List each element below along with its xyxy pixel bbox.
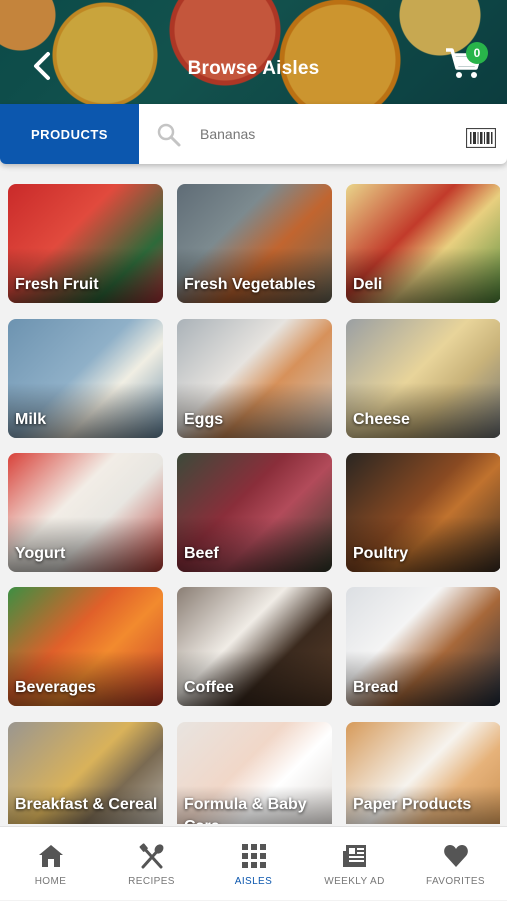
heart-icon	[444, 845, 468, 867]
aisle-tile-beef[interactable]: Beef	[177, 453, 332, 572]
aisle-tile-eggs[interactable]: Eggs	[177, 319, 332, 438]
aisle-tile-paper-products[interactable]: Paper Products	[346, 722, 500, 824]
aisle-label: Cheese	[353, 411, 410, 428]
aisle-tile-deli[interactable]: Deli	[346, 184, 500, 303]
bottom-tab-bar: HOME RECIPES AISLES WEEKLY AD FAVORITES	[0, 826, 507, 900]
tab-label: AISLES	[234, 876, 273, 887]
aisle-label: Beef	[184, 545, 219, 562]
aisle-label: Bread	[353, 679, 399, 696]
aisle-label: Yogurt	[15, 545, 66, 562]
aisle-grid: Fresh Fruit Fresh Vegetables Deli Milk E…	[8, 184, 500, 824]
newspaper-icon	[343, 845, 366, 867]
aisle-label: Breakfast & Cereal	[15, 796, 158, 813]
aisle-tile-coffee[interactable]: Coffee	[177, 587, 332, 706]
barcode-scan-icon[interactable]	[466, 128, 496, 148]
aisle-label: Eggs	[184, 411, 224, 428]
aisle-tile-milk[interactable]: Milk	[8, 319, 163, 438]
aisle-tile-poultry[interactable]: Poultry	[346, 453, 500, 572]
tab-label: WEEKLY AD	[324, 876, 385, 887]
aisle-label: Paper Products	[353, 796, 472, 813]
header-banner: Browse Aisles 0	[0, 0, 507, 108]
tab-favorites[interactable]: FAVORITES	[405, 827, 506, 901]
aisle-label: Fresh Fruit	[15, 276, 99, 293]
aisle-label: Coffee	[184, 679, 234, 696]
aisle-tile-fresh-fruit[interactable]: Fresh Fruit	[8, 184, 163, 303]
aisle-label: Beverages	[15, 679, 96, 696]
products-tab[interactable]: PRODUCTS	[0, 104, 139, 164]
tab-home[interactable]: HOME	[0, 827, 101, 901]
aisle-tile-fresh-vegetables[interactable]: Fresh Vegetables	[177, 184, 332, 303]
utensils-icon	[139, 843, 164, 869]
search-input[interactable]	[200, 118, 450, 150]
home-icon	[39, 845, 63, 867]
aisle-tile-formula-baby-care[interactable]: Formula & Baby Care	[177, 722, 332, 824]
tab-label: RECIPES	[128, 876, 175, 887]
aisle-label: Formula & Baby Care	[184, 796, 307, 824]
grid-icon	[242, 844, 266, 868]
tab-label: HOME	[34, 876, 67, 887]
aisle-label: Fresh Vegetables	[184, 276, 316, 293]
aisle-tile-cheese[interactable]: Cheese	[346, 319, 500, 438]
cart-count-badge: 0	[466, 42, 488, 64]
aisle-tile-breakfast-cereal[interactable]: Breakfast & Cereal	[8, 722, 163, 824]
tab-label: FAVORITES	[426, 876, 485, 887]
tab-weekly-ad[interactable]: WEEKLY AD	[304, 827, 405, 901]
aisle-tile-yogurt[interactable]: Yogurt	[8, 453, 163, 572]
aisle-label: Milk	[15, 411, 47, 428]
search-icon	[157, 123, 181, 147]
search-bar: PRODUCTS	[0, 104, 507, 164]
aisle-tile-bread[interactable]: Bread	[346, 587, 500, 706]
tab-aisles[interactable]: AISLES	[203, 827, 304, 901]
page-title: Browse Aisles	[187, 58, 320, 79]
tab-recipes[interactable]: RECIPES	[101, 827, 202, 901]
aisle-tile-beverages[interactable]: Beverages	[8, 587, 163, 706]
aisle-label: Poultry	[353, 545, 409, 562]
aisle-label: Deli	[353, 276, 383, 293]
